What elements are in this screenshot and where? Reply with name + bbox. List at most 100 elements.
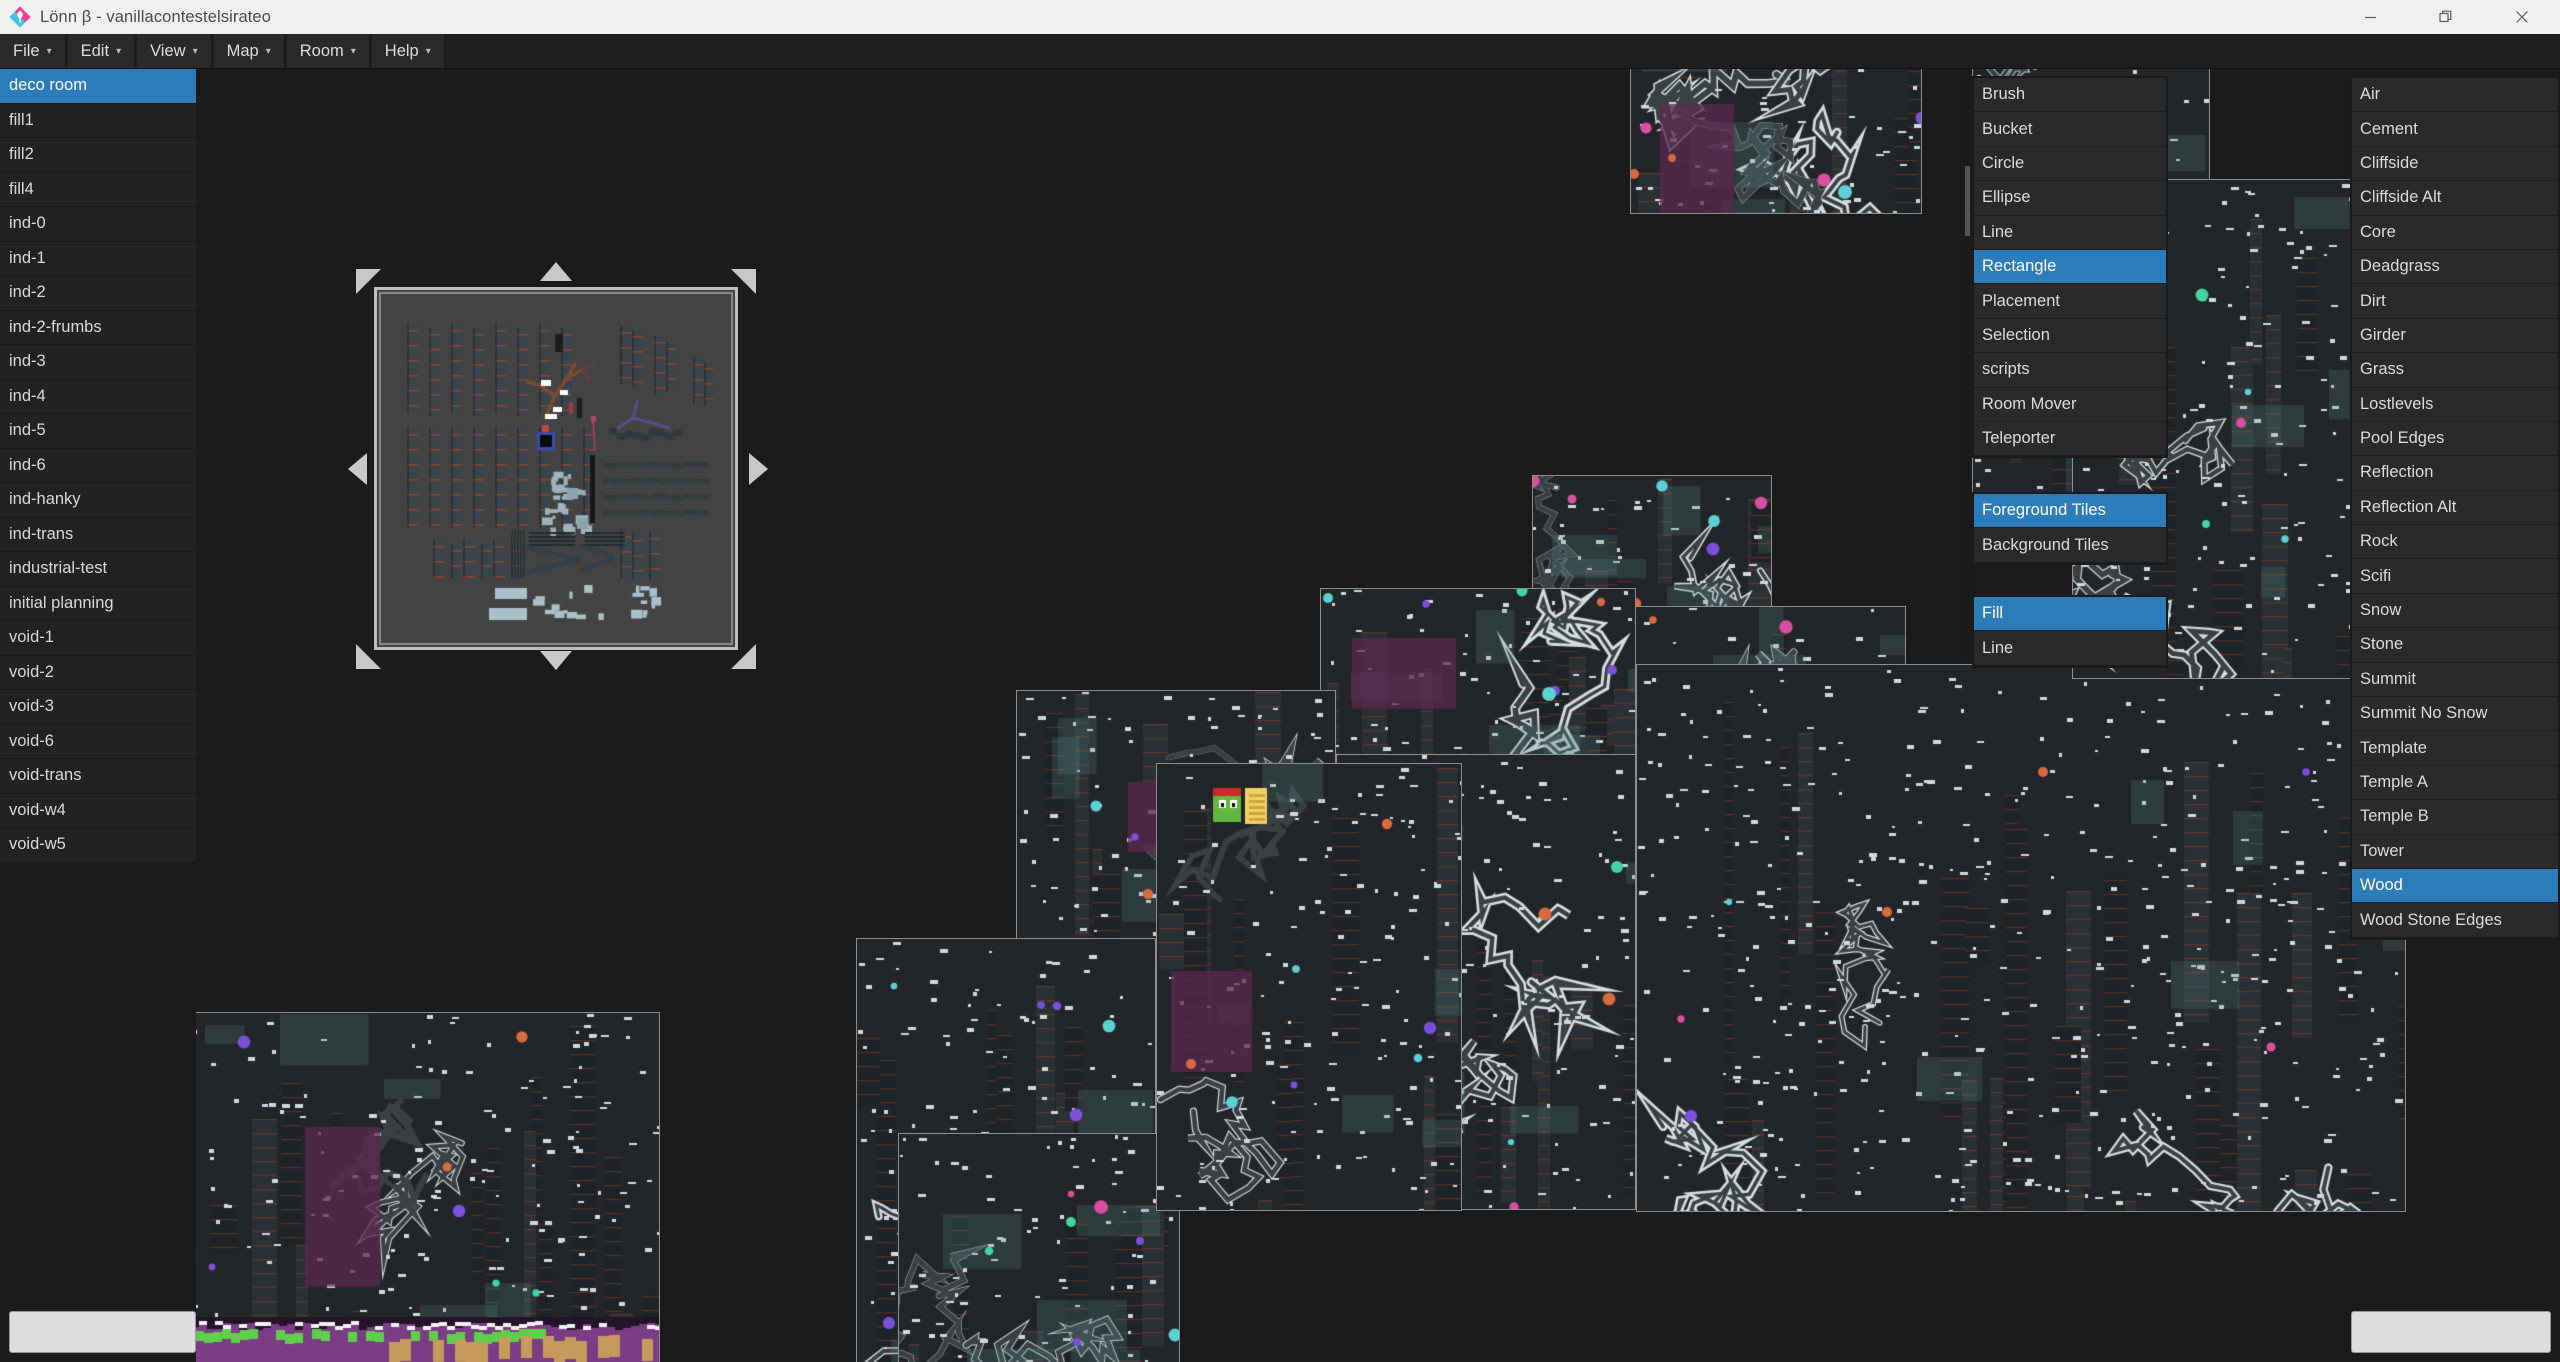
map-room[interactable] (1156, 763, 1462, 1211)
sidebar-item-label: ind-2-frumbs (9, 317, 102, 336)
material-label: Template (2360, 738, 2427, 757)
menu-file[interactable]: File ▾ (0, 34, 66, 68)
material-temple-b[interactable]: Temple B (2352, 800, 2558, 835)
material-wood[interactable]: Wood (2352, 868, 2558, 904)
tool-panel-scrollbar[interactable] (1965, 76, 1970, 656)
sidebar-item-ind-0[interactable]: ind-0 (0, 207, 196, 242)
material-summit-no-snow[interactable]: Summit No Snow (2352, 697, 2558, 732)
material-girder[interactable]: Girder (2352, 318, 2558, 354)
tool-label: Rectangle (1982, 257, 2057, 276)
material-dirt[interactable]: Dirt (2352, 284, 2558, 319)
menu-view[interactable]: View ▾ (137, 34, 212, 68)
room-list-sidebar[interactable]: deco room fill1 fill2 fill4 ind-0 ind-1 ind-2 i… (0, 69, 196, 1362)
layer-background-tiles[interactable]: Background Tiles (1974, 528, 2166, 563)
scrollbar-thumb[interactable] (1965, 166, 1970, 236)
material-template[interactable]: Template (2352, 731, 2558, 766)
tool-circle[interactable]: Circle (1974, 146, 2166, 182)
sidebar-item-initial-planning[interactable]: initial planning (0, 586, 196, 621)
tool-room-mover[interactable]: Room Mover (1974, 387, 2166, 422)
tool-label: Circle (1982, 153, 2025, 172)
menu-map[interactable]: Map ▾ (213, 34, 285, 68)
material-summit[interactable]: Summit (2352, 662, 2558, 698)
layer-list-panel[interactable]: Foreground Tiles Background Tiles (1972, 492, 2168, 565)
sidebar-item-ind-4[interactable]: ind-4 (0, 379, 196, 414)
sidebar-item-ind-hanky[interactable]: ind-hanky (0, 483, 196, 518)
sidebar-item-ind-2-frumbs[interactable]: ind-2-frumbs (0, 310, 196, 345)
layer-label: Background Tiles (1982, 535, 2109, 554)
material-scifi[interactable]: Scifi (2352, 559, 2558, 594)
restore-icon[interactable] (2408, 0, 2484, 34)
mode-list-panel[interactable]: Fill Line (1972, 595, 2168, 668)
material-list-panel[interactable]: Air Cement Cliffside Cliffside Alt Core Deadg… (2350, 76, 2560, 940)
material-snow[interactable]: Snow (2352, 593, 2558, 629)
sidebar-item-industrial-test[interactable]: industrial-test (0, 552, 196, 587)
material-pool-edges[interactable]: Pool Edges (2352, 421, 2558, 457)
material-stone[interactable]: Stone (2352, 628, 2558, 663)
map-canvas[interactable] (196, 69, 2560, 1362)
mode-fill[interactable]: Fill (1974, 597, 2166, 632)
selected-room-deco-room[interactable] (374, 287, 738, 650)
material-deadgrass[interactable]: Deadgrass (2352, 249, 2558, 285)
map-room[interactable] (196, 1012, 660, 1362)
sidebar-item-ind-5[interactable]: ind-5 (0, 414, 196, 449)
material-lostlevels[interactable]: Lostlevels (2352, 387, 2558, 422)
material-cliffside-alt[interactable]: Cliffside Alt (2352, 181, 2558, 216)
sidebar-item-void-6[interactable]: void-6 (0, 724, 196, 759)
tool-ellipse[interactable]: Ellipse (1974, 181, 2166, 216)
tool-line[interactable]: Line (1974, 215, 2166, 250)
sidebar-item-void-w5[interactable]: void-w5 (0, 828, 196, 863)
sidebar-item-ind-2[interactable]: ind-2 (0, 276, 196, 311)
sidebar-item-void-3[interactable]: void-3 (0, 690, 196, 725)
sidebar-item-fill2[interactable]: fill2 (0, 138, 196, 173)
sidebar-item-fill4[interactable]: fill4 (0, 172, 196, 207)
menu-room[interactable]: Room ▾ (286, 34, 370, 68)
layer-foreground-tiles[interactable]: Foreground Tiles (1974, 494, 2166, 529)
material-tower[interactable]: Tower (2352, 834, 2558, 869)
sidebar-item-ind-1[interactable]: ind-1 (0, 241, 196, 276)
material-rock[interactable]: Rock (2352, 525, 2558, 560)
menu-edit[interactable]: Edit ▾ (67, 34, 136, 68)
map-room[interactable] (1630, 69, 1922, 214)
material-air[interactable]: Air (2352, 78, 2558, 113)
tool-selection[interactable]: Selection (1974, 318, 2166, 354)
material-reflection[interactable]: Reflection (2352, 456, 2558, 491)
sidebar-item-void-1[interactable]: void-1 (0, 621, 196, 656)
sidebar-item-void-w4[interactable]: void-w4 (0, 793, 196, 828)
status-bar-left[interactable] (9, 1311, 196, 1353)
sidebar-item-fill1[interactable]: fill1 (0, 103, 196, 138)
resize-handle-left[interactable] (348, 453, 367, 485)
tool-scripts[interactable]: scripts (1974, 353, 2166, 388)
menu-help[interactable]: Help ▾ (371, 34, 445, 68)
tool-rectangle[interactable]: Rectangle (1974, 249, 2166, 285)
material-cliffside[interactable]: Cliffside (2352, 146, 2558, 182)
sidebar-item-void-trans[interactable]: void-trans (0, 759, 196, 794)
tool-bucket[interactable]: Bucket (1974, 112, 2166, 147)
map-room[interactable] (1636, 664, 2406, 1212)
material-wood-stone-edges[interactable]: Wood Stone Edges (2352, 903, 2558, 938)
tool-brush[interactable]: Brush (1974, 78, 2166, 113)
window-controls (2332, 0, 2560, 34)
material-temple-a[interactable]: Temple A (2352, 765, 2558, 801)
sidebar-item-void-2[interactable]: void-2 (0, 655, 196, 690)
resize-handle-bottom[interactable] (540, 651, 572, 670)
material-reflection-alt[interactable]: Reflection Alt (2352, 490, 2558, 526)
resize-handle-top[interactable] (540, 262, 572, 281)
tool-list-panel[interactable]: Brush Bucket Circle Ellipse Line Rectangle Pla… (1972, 76, 2168, 459)
resize-handle-right[interactable] (749, 453, 768, 485)
material-cement[interactable]: Cement (2352, 112, 2558, 147)
map-room[interactable] (898, 1133, 1180, 1362)
tool-placement[interactable]: Placement (1974, 284, 2166, 319)
tool-teleporter[interactable]: Teleporter (1974, 421, 2166, 457)
minimize-icon[interactable] (2332, 0, 2408, 34)
material-label: Core (2360, 222, 2396, 241)
status-bar-right[interactable] (2351, 1311, 2551, 1353)
material-core[interactable]: Core (2352, 215, 2558, 250)
sidebar-item-ind-6[interactable]: ind-6 (0, 448, 196, 483)
close-icon[interactable] (2484, 0, 2560, 34)
title-bar-left: Lönn β - vanillacontestelsirateo (0, 6, 271, 28)
material-grass[interactable]: Grass (2352, 353, 2558, 388)
sidebar-item-deco-room[interactable]: deco room (0, 69, 196, 104)
sidebar-item-ind-3[interactable]: ind-3 (0, 345, 196, 380)
mode-line[interactable]: Line (1974, 631, 2166, 666)
sidebar-item-ind-trans[interactable]: ind-trans (0, 517, 196, 552)
